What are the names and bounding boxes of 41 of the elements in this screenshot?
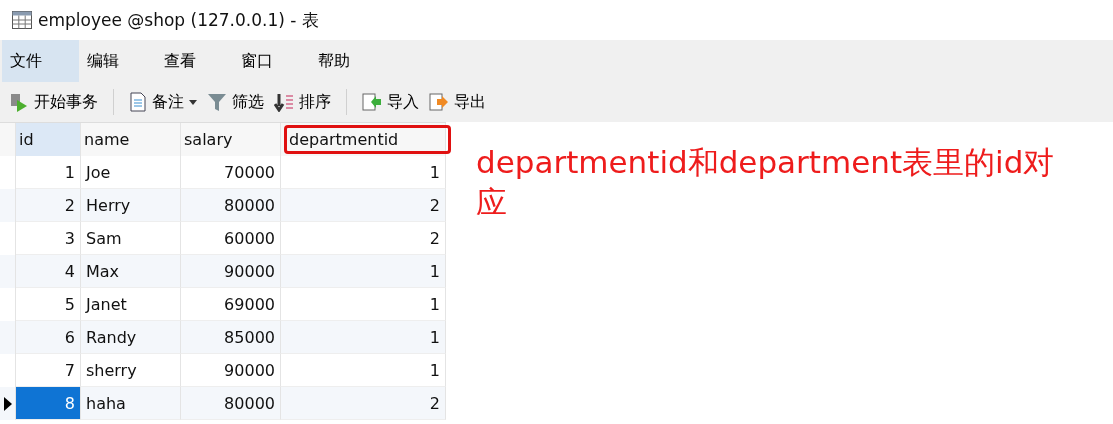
table-cell: 1 — [281, 321, 446, 354]
document-icon — [129, 92, 147, 112]
table-cell: 2 — [281, 387, 446, 420]
filter-button[interactable]: 筛选 — [204, 89, 267, 115]
filter-icon — [207, 92, 227, 112]
table-cell: Herry — [81, 189, 181, 222]
menu-item[interactable]: 窗口 — [233, 40, 310, 82]
table-cell: 80000 — [181, 387, 281, 420]
window-title: employee @shop (127.0.0.1) - 表 — [38, 8, 319, 32]
column-header[interactable]: salary — [184, 130, 233, 149]
caret-icon — [189, 99, 197, 105]
import-button[interactable]: 导入 — [359, 89, 422, 115]
column-header[interactable]: name — [84, 130, 130, 149]
annotation-text: departmentid和department表里的id对应 — [476, 143, 1056, 223]
import-icon — [362, 92, 382, 112]
transaction-icon — [9, 92, 29, 112]
table-icon — [12, 11, 32, 29]
sort-icon — [274, 92, 294, 112]
table-cell: 2 — [16, 189, 81, 222]
menu-item[interactable]: 文件 — [2, 40, 79, 82]
menu-item[interactable]: 帮助 — [310, 40, 387, 82]
export-button[interactable]: 导出 — [426, 89, 489, 115]
sort-button[interactable]: 排序 — [271, 89, 334, 115]
table-cell: 85000 — [181, 321, 281, 354]
table-cell: 4 — [16, 255, 81, 288]
column-header[interactable]: departmentid — [284, 125, 452, 154]
table-cell: 90000 — [181, 255, 281, 288]
column-header[interactable]: id — [19, 130, 34, 149]
table-cell: Randy — [81, 321, 181, 354]
table-cell: Max — [81, 255, 181, 288]
table-cell: 1 — [281, 255, 446, 288]
menu-item[interactable]: 查看 — [156, 40, 233, 82]
table-cell: 80000 — [181, 189, 281, 222]
table-cell: 2 — [281, 189, 446, 222]
table-cell: 8 — [16, 387, 81, 420]
table-cell: haha — [81, 387, 181, 420]
menu-item[interactable]: 编辑 — [79, 40, 156, 82]
transaction-button[interactable]: 开始事务 — [6, 89, 101, 115]
table-cell: 6 — [16, 321, 81, 354]
memo-button[interactable]: 备注 — [126, 89, 200, 115]
export-icon — [429, 92, 449, 112]
